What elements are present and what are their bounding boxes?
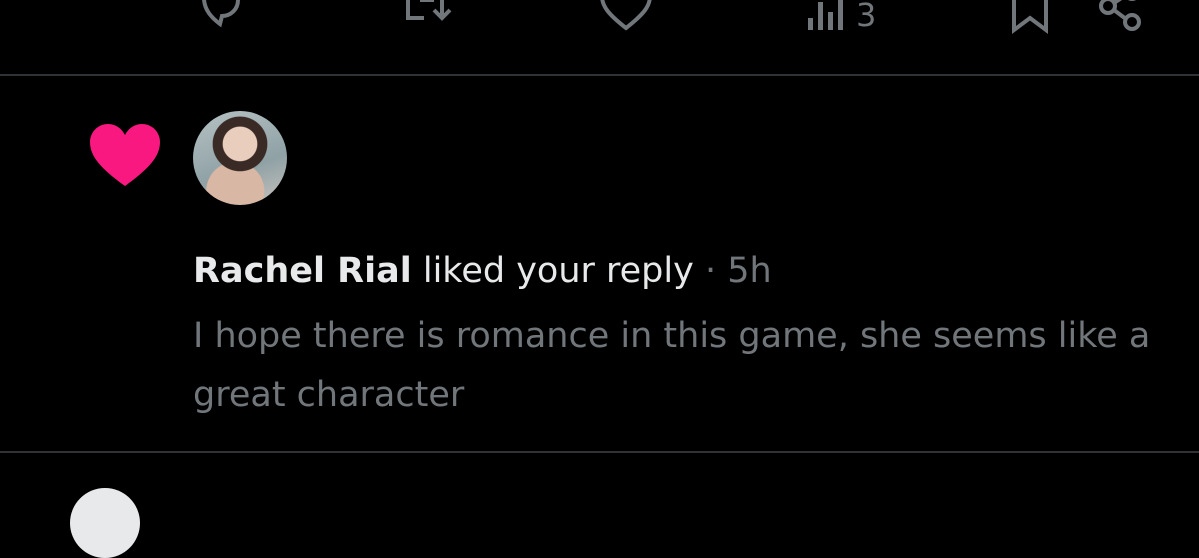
views-count: 3 <box>856 0 877 34</box>
reply-button[interactable] <box>196 0 244 30</box>
tweet-action-bar: 3 <box>0 0 1199 74</box>
heart-icon <box>90 124 160 186</box>
share-icon <box>1099 0 1141 31</box>
like-button[interactable] <box>598 0 654 32</box>
separator-dot: · <box>704 251 717 291</box>
divider <box>0 451 1199 453</box>
retweet-button[interactable] <box>398 0 454 30</box>
avatar[interactable] <box>193 111 287 205</box>
action-text: liked your reply <box>422 251 694 291</box>
notification-headline: Rachel Rial liked your reply · 5h <box>193 248 772 294</box>
views-button[interactable]: 3 <box>806 0 876 32</box>
share-button[interactable] <box>1096 0 1144 34</box>
bookmark-icon <box>1012 0 1048 34</box>
bookmark-button[interactable] <box>1010 0 1050 34</box>
reply-text: I hope there is romance in this game, sh… <box>193 316 1151 415</box>
user-name[interactable]: Rachel Rial <box>193 251 412 291</box>
views-icon <box>808 0 843 30</box>
reply-icon <box>202 0 241 28</box>
timestamp: 5h <box>727 251 772 291</box>
like-icon <box>600 0 652 31</box>
retweet-icon <box>406 0 452 21</box>
